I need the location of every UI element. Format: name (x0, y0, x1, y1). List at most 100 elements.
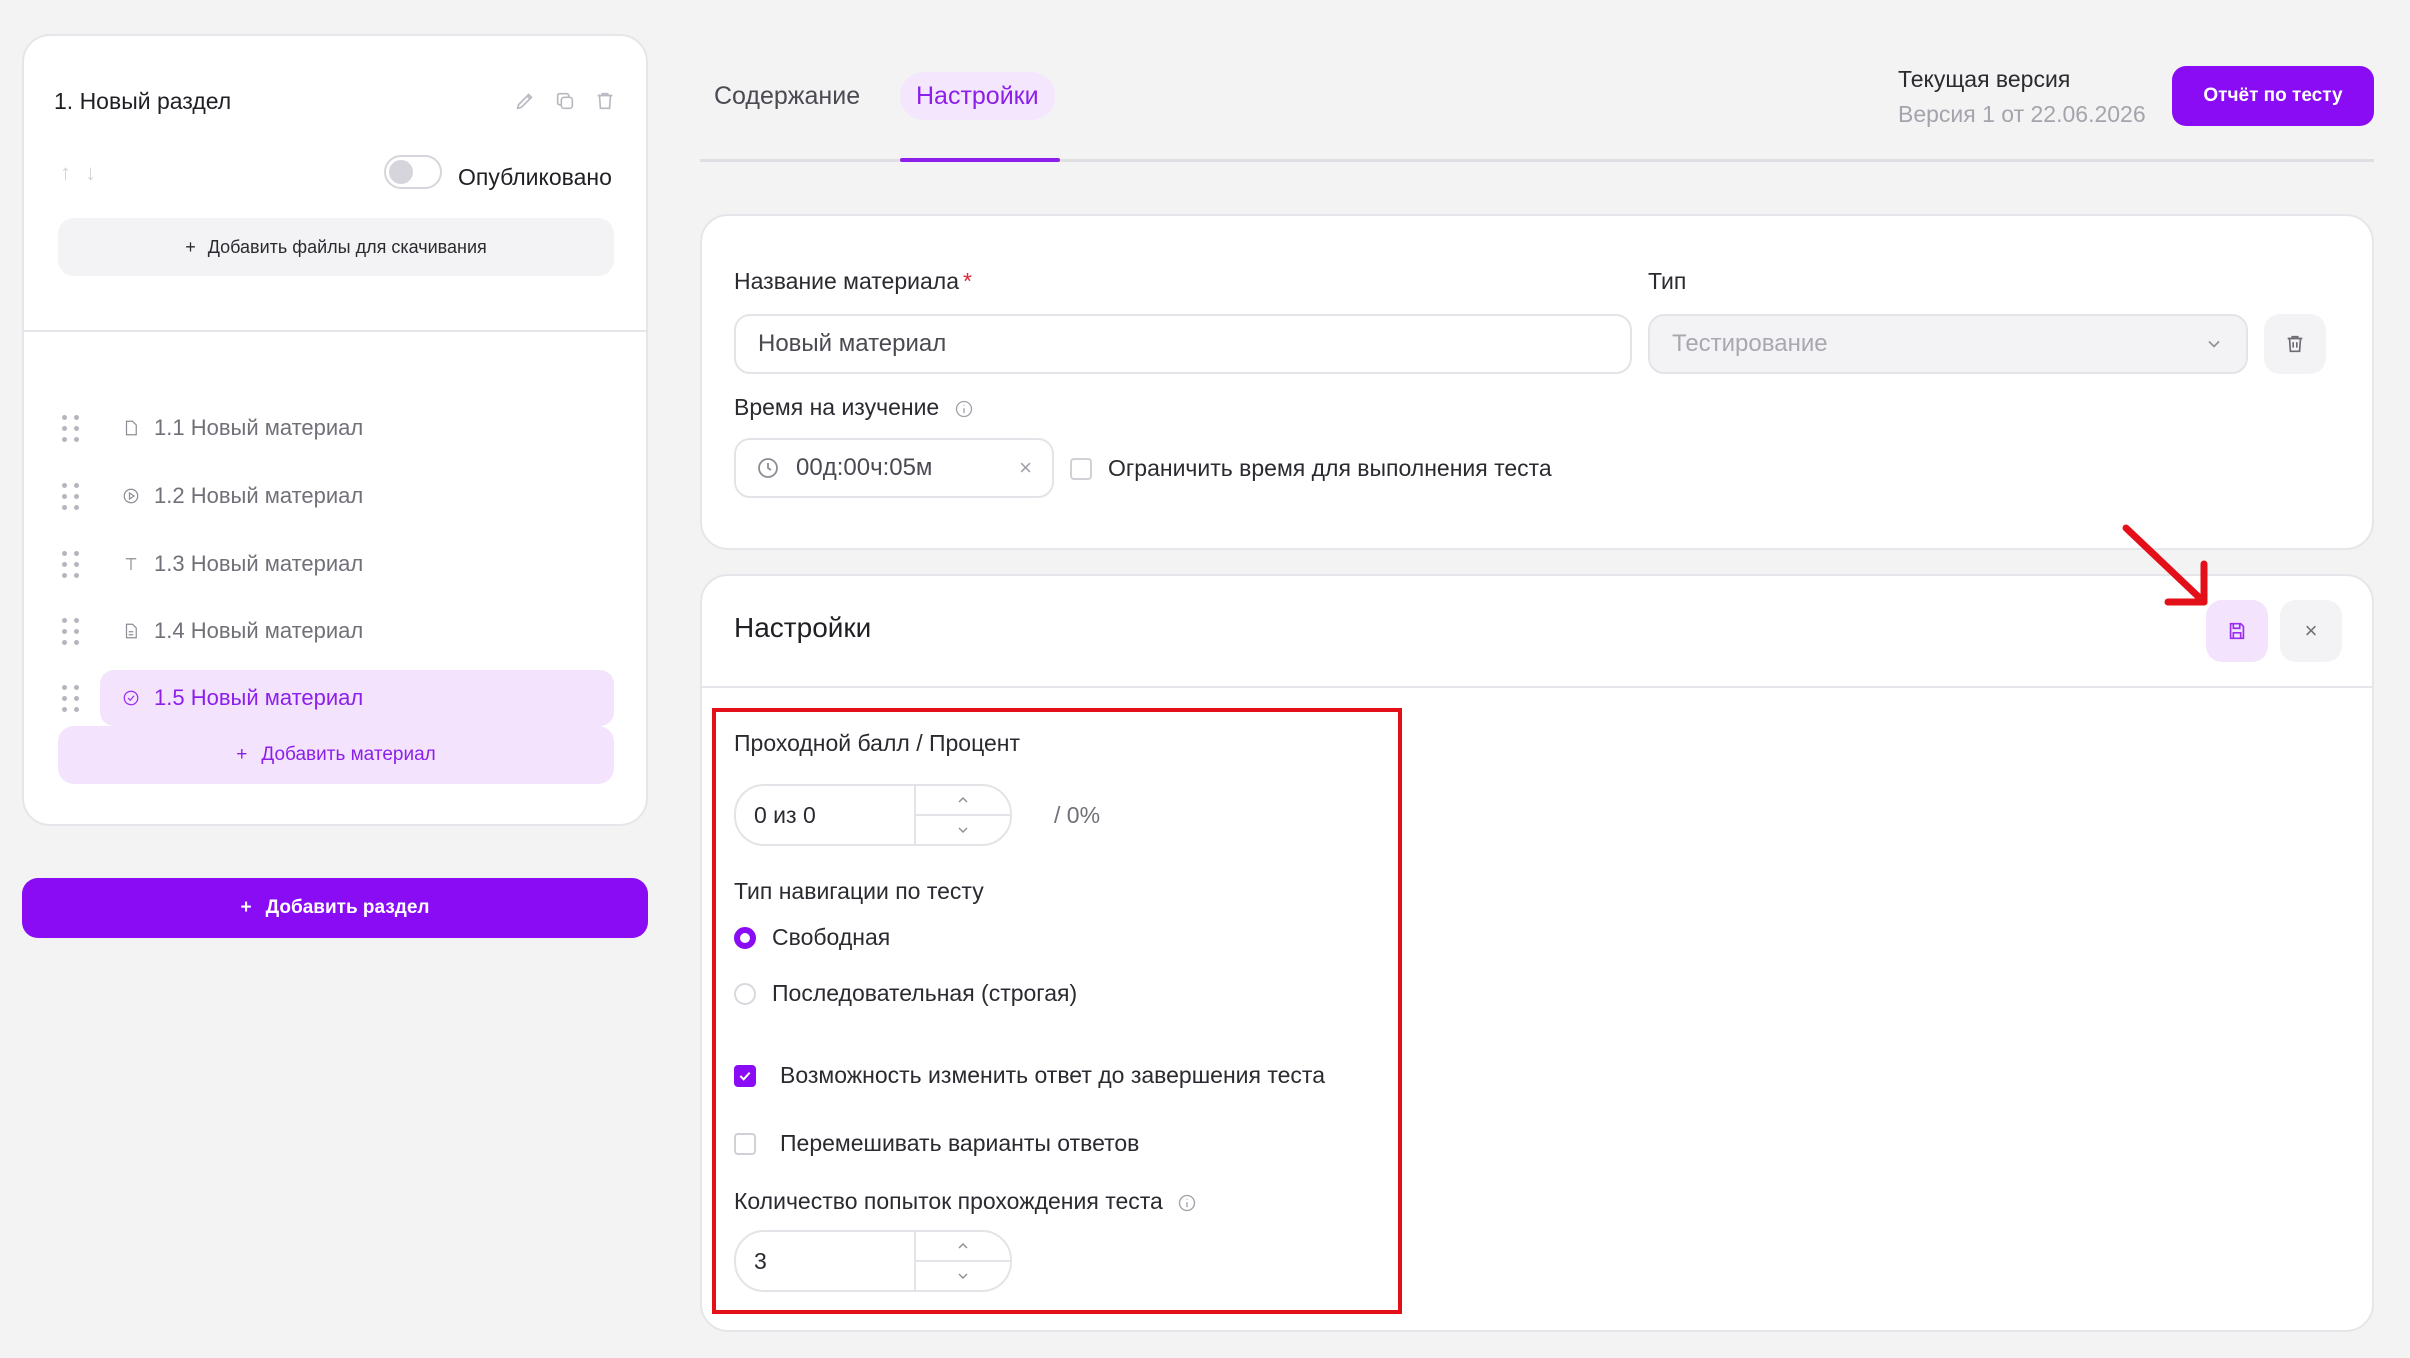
attempts-value[interactable]: 3 (736, 1232, 914, 1290)
published-toggle[interactable] (384, 155, 442, 189)
tab-content[interactable]: Содержание (714, 72, 860, 120)
version-title: Текущая версия (1898, 66, 2071, 92)
limit-time-label: Ограничить время для выполнения теста (1108, 455, 1552, 481)
active-tab-indicator (900, 158, 1060, 162)
increment-button[interactable] (916, 1232, 1010, 1262)
add-section-button[interactable]: + Добавить раздел (22, 878, 648, 938)
clock-icon (758, 458, 778, 478)
decrement-button[interactable] (916, 816, 1010, 844)
drag-handle-icon[interactable] (62, 685, 82, 713)
type-select[interactable]: Тестирование (1648, 314, 2248, 374)
type-label: Тип (1648, 268, 1687, 294)
material-item-1-3[interactable]: 1.3 Новый материал (100, 536, 614, 592)
drag-handle-icon[interactable] (62, 618, 82, 646)
change-answer-row[interactable]: Возможность изменить ответ до завершения… (734, 1062, 1325, 1089)
passing-score-stepper[interactable]: 0 из 0 (734, 784, 1012, 846)
section-card: 1. Новый раздел ↑↓ Опубликовано + Добави… (22, 34, 648, 826)
study-time-value: 00д:00ч:05м (796, 454, 933, 481)
chevron-up-icon (958, 797, 968, 803)
chevron-up-icon (958, 1243, 968, 1249)
info-icon[interactable] (954, 399, 974, 419)
nav-free-label: Свободная (772, 924, 891, 950)
drag-handle-icon[interactable] (62, 551, 82, 579)
add-files-button[interactable]: + Добавить файлы для скачивания (58, 218, 614, 276)
copy-icon[interactable] (554, 90, 576, 112)
nav-option-free[interactable]: Свободная (734, 924, 890, 951)
decrement-button[interactable] (916, 1262, 1010, 1290)
material-item-1-4[interactable]: 1.4 Новый материал (100, 603, 614, 659)
settings-title: Настройки (734, 612, 872, 643)
passing-score-label: Проходной балл / Процент (734, 730, 1021, 756)
close-settings-button[interactable]: × (2280, 600, 2342, 662)
video-icon (123, 488, 139, 504)
list-item[interactable]: 1.5 Новый материал (24, 670, 646, 726)
test-report-button[interactable]: Отчёт по тесту (2172, 66, 2374, 126)
increment-button[interactable] (916, 786, 1010, 816)
material-label: 1.2 Новый материал (154, 483, 364, 508)
clear-icon[interactable]: × (1019, 455, 1032, 481)
list-item[interactable]: 1.3 Новый материал (24, 536, 646, 592)
edit-icon[interactable] (514, 90, 536, 112)
shuffle-checkbox[interactable] (734, 1132, 756, 1155)
material-card (700, 214, 2374, 550)
reorder-arrows[interactable]: ↑↓ (60, 160, 110, 186)
tab-settings[interactable]: Настройки (900, 72, 1055, 120)
material-item-1-2[interactable]: 1.2 Новый материал (100, 468, 614, 524)
material-name-input[interactable]: Новый материал (734, 314, 1632, 374)
stepper-arrows (914, 1232, 1010, 1290)
attempts-stepper[interactable]: 3 (734, 1230, 1012, 1292)
add-section-label: Добавить раздел (265, 897, 430, 918)
settings-divider (702, 686, 2372, 688)
file-icon (125, 623, 137, 639)
attempts-label: Количество попыток прохождения теста (734, 1188, 1197, 1215)
chevron-down-icon (958, 1273, 968, 1279)
published-label: Опубликовано (458, 164, 612, 190)
delete-icon[interactable] (594, 90, 616, 112)
nav-option-sequential[interactable]: Последовательная (строгая) (734, 980, 1077, 1007)
material-item-1-1[interactable]: 1.1 Новый материал (100, 400, 614, 456)
text-icon (125, 558, 137, 570)
passing-score-value[interactable]: 0 из 0 (736, 786, 914, 844)
add-material-button[interactable]: + Добавить материал (58, 726, 614, 784)
study-time-input[interactable]: 00д:00ч:05м × (734, 438, 1054, 498)
add-material-label: Добавить материал (261, 744, 436, 765)
test-icon (123, 690, 139, 706)
drag-handle-icon[interactable] (62, 415, 82, 443)
add-files-label: Добавить файлы для скачивания (207, 236, 487, 257)
section-actions (514, 90, 616, 112)
section-title: 1. Новый раздел (54, 88, 232, 114)
save-settings-button[interactable] (2206, 600, 2268, 662)
limit-time-checkbox[interactable] (1070, 457, 1092, 480)
material-name-label: Название материала * (734, 268, 972, 295)
drag-handle-icon[interactable] (62, 483, 82, 511)
navigation-type-label: Тип навигации по тесту (734, 878, 984, 904)
plus-icon: + (236, 744, 248, 765)
plus-icon: + (240, 897, 252, 918)
delete-material-button[interactable] (2264, 314, 2326, 374)
section-divider (24, 330, 646, 332)
change-answer-checkbox[interactable] (734, 1064, 756, 1087)
study-time-label-text: Время на изучение (734, 394, 940, 420)
required-mark: * (962, 268, 972, 294)
limit-time-row[interactable]: Ограничить время для выполнения теста (1070, 455, 1552, 482)
list-item[interactable]: 1.1 Новый материал (24, 400, 646, 456)
shuffle-row[interactable]: Перемешивать варианты ответов (734, 1130, 1139, 1157)
nav-sequential-radio[interactable] (734, 982, 756, 1005)
attempts-label-text: Количество попыток прохождения теста (734, 1188, 1163, 1214)
trash-icon (2287, 335, 2303, 353)
list-item[interactable]: 1.4 Новый материал (24, 603, 646, 659)
stepper-arrows (914, 786, 1010, 844)
material-item-1-5[interactable]: 1.5 Новый материал (100, 670, 614, 726)
list-item[interactable]: 1.2 Новый материал (24, 468, 646, 524)
study-time-label: Время на изучение (734, 394, 974, 421)
chevron-down-icon (2208, 340, 2220, 348)
info-icon[interactable] (1177, 1193, 1197, 1213)
document-icon (125, 420, 137, 436)
material-label: 1.3 Новый материал (154, 551, 364, 576)
material-label: 1.1 Новый материал (154, 415, 364, 440)
shuffle-label: Перемешивать варианты ответов (780, 1130, 1140, 1156)
type-select-value: Тестирование (1672, 330, 1828, 357)
passing-percent: / 0% (1054, 802, 1101, 828)
nav-free-radio[interactable] (734, 926, 756, 949)
annotation-arrow-icon (2122, 524, 2208, 606)
